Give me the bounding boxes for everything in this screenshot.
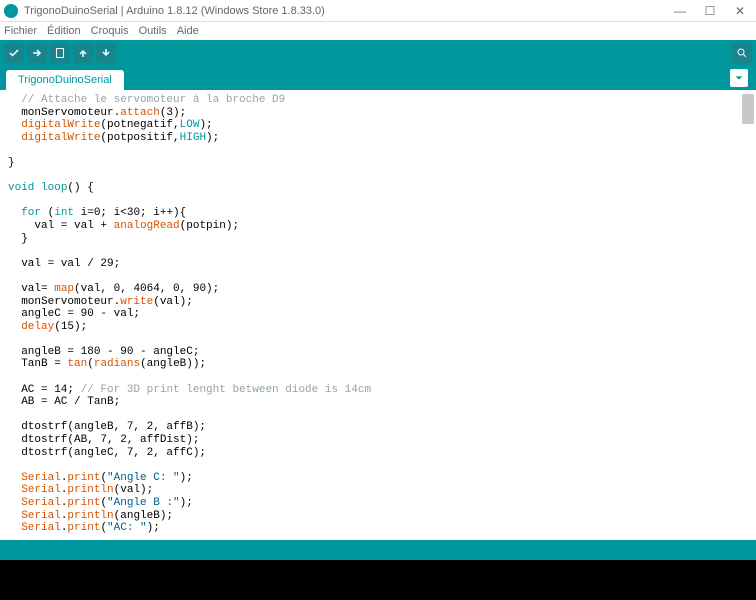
menu-edit[interactable]: Édition xyxy=(47,25,81,37)
code-line: void loop() { xyxy=(8,182,748,195)
window-title: TrigonoDuinoSerial | Arduino 1.8.12 (Win… xyxy=(24,5,674,17)
code-line: dtostrf(angleB, 7, 2, affB); xyxy=(8,421,748,434)
code-line xyxy=(8,144,748,157)
code-line: Serial.print("AC: "); xyxy=(8,522,748,535)
code-line: angleC = 90 - val; xyxy=(8,308,748,321)
code-line: } xyxy=(8,233,748,246)
menubar: Fichier Édition Croquis Outils Aide xyxy=(0,22,756,40)
arrow-right-icon xyxy=(31,47,43,59)
code-line: digitalWrite(potpositif,HIGH); xyxy=(8,132,748,145)
code-line: TanB = tan(radians(angleB)); xyxy=(8,358,748,371)
toolbar xyxy=(0,40,756,66)
code-line: for (int i=0; i<30; i++){ xyxy=(8,207,748,220)
app-icon xyxy=(4,4,18,18)
code-line: AC = 14; // For 3D print lenght between … xyxy=(8,384,748,397)
code-line: val= map(val, 0, 4064, 0, 90); xyxy=(8,283,748,296)
tabbar: TrigonoDuinoSerial xyxy=(0,66,756,90)
code-line: dtostrf(angleC, 7, 2, affC); xyxy=(8,447,748,460)
code-line: // Attache le servomoteur à la broche D9 xyxy=(8,94,748,107)
code-line: dtostrf(AB, 7, 2, affDist); xyxy=(8,434,748,447)
code-line xyxy=(8,459,748,472)
chevron-down-icon xyxy=(734,73,744,83)
code-line xyxy=(8,195,748,208)
code-line: delay(15); xyxy=(8,321,748,334)
code-editor[interactable]: // Attache le servomoteur à la broche D9… xyxy=(0,90,756,540)
open-button[interactable] xyxy=(73,43,93,63)
code-line: Serial.print("Angle B :"); xyxy=(8,497,748,510)
code-line: monServomoteur.write(val); xyxy=(8,296,748,309)
menu-file[interactable]: Fichier xyxy=(4,25,37,37)
code-line: } xyxy=(8,157,748,170)
statusbar xyxy=(0,540,756,560)
code-line xyxy=(8,170,748,183)
window-controls: — ☐ ✕ xyxy=(674,5,746,17)
arrow-down-icon xyxy=(100,47,112,59)
code-line: AB = AC / TanB; xyxy=(8,396,748,409)
menu-help[interactable]: Aide xyxy=(177,25,199,37)
code-line: val = val / 29; xyxy=(8,258,748,271)
tab-menu-button[interactable] xyxy=(730,69,748,87)
code-line: Serial.print("Angle C: "); xyxy=(8,472,748,485)
code-line: monServomoteur.attach(3); xyxy=(8,107,748,120)
maximize-button[interactable]: ☐ xyxy=(704,5,716,17)
magnifier-icon xyxy=(736,47,748,59)
console xyxy=(0,560,756,600)
code-line: Serial.println(angleB); xyxy=(8,510,748,523)
arrow-up-icon xyxy=(77,47,89,59)
code-line xyxy=(8,409,748,422)
titlebar: TrigonoDuinoSerial | Arduino 1.8.12 (Win… xyxy=(0,0,756,22)
serial-monitor-button[interactable] xyxy=(732,43,752,63)
code-line: angleB = 180 - 90 - angleC; xyxy=(8,346,748,359)
scrollbar-thumb[interactable] xyxy=(742,94,754,124)
file-icon xyxy=(54,47,66,59)
code-line xyxy=(8,371,748,384)
new-button[interactable] xyxy=(50,43,70,63)
check-icon xyxy=(8,47,20,59)
code-line xyxy=(8,333,748,346)
menu-tools[interactable]: Outils xyxy=(139,25,167,37)
menu-sketch[interactable]: Croquis xyxy=(91,25,129,37)
code-line: Serial.println(val); xyxy=(8,484,748,497)
code-line: val = val + analogRead(potpin); xyxy=(8,220,748,233)
code-line xyxy=(8,270,748,283)
close-button[interactable]: ✕ xyxy=(734,5,746,17)
code-line xyxy=(8,245,748,258)
save-button[interactable] xyxy=(96,43,116,63)
code-line: digitalWrite(potnegatif,LOW); xyxy=(8,119,748,132)
upload-button[interactable] xyxy=(27,43,47,63)
minimize-button[interactable]: — xyxy=(674,5,686,17)
verify-button[interactable] xyxy=(4,43,24,63)
tab-active[interactable]: TrigonoDuinoSerial xyxy=(6,70,124,90)
